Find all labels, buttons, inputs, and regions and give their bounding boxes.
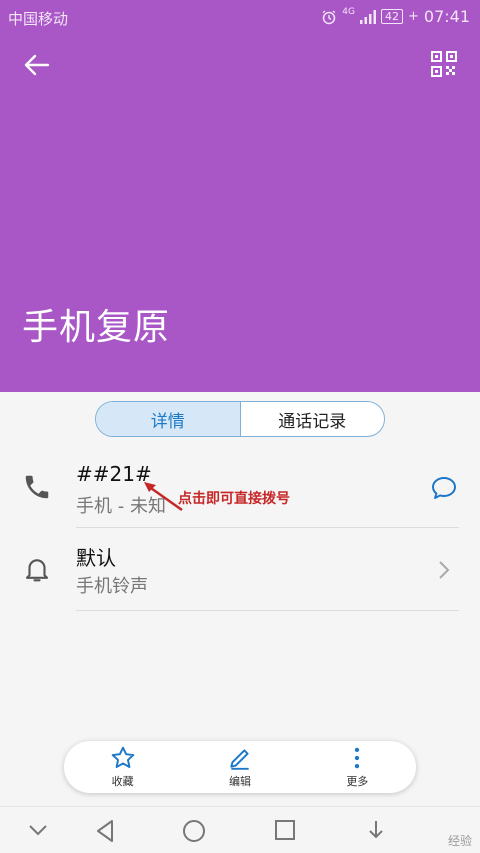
favorite-button[interactable]: 收藏 — [64, 741, 181, 793]
battery-indicator: 42 — [380, 9, 403, 24]
pencil-icon — [230, 749, 249, 770]
notification-pull-icon[interactable] — [366, 819, 386, 841]
tab-call-log[interactable]: 通话记录 — [241, 402, 385, 436]
row-divider — [76, 527, 459, 528]
message-icon[interactable] — [430, 474, 458, 502]
status-bar: 中国移动 4G 42 + 07:41 — [0, 0, 480, 34]
annotation-text: 点击即可直接拨号 — [178, 491, 290, 507]
ringtone-subtitle: 手机铃声 — [76, 576, 148, 597]
signal-icon — [359, 9, 376, 24]
more-vert-icon — [355, 747, 360, 769]
clock: 07:41 — [423, 7, 470, 26]
more-button[interactable]: 更多 — [299, 741, 416, 793]
charging-icon: + — [407, 9, 419, 24]
back-arrow-icon[interactable] — [20, 48, 54, 82]
phone-icon — [25, 475, 49, 499]
contact-header: 中国移动 4G 42 + 07:41 手机复原 — [0, 0, 480, 392]
qr-code-icon[interactable] — [430, 50, 458, 78]
network-label: 4G — [342, 7, 355, 17]
contact-name: 手机复原 — [22, 307, 171, 348]
detail-tabs: 详情 通话记录 — [95, 401, 385, 437]
bell-icon — [25, 559, 49, 582]
row-divider — [76, 610, 459, 611]
hide-nav-icon[interactable] — [28, 823, 48, 837]
nav-back-icon[interactable] — [94, 819, 116, 843]
edit-button[interactable]: 编辑 — [181, 741, 298, 793]
tab-details[interactable]: 详情 — [96, 402, 241, 436]
nav-recents-icon[interactable] — [274, 819, 296, 841]
nav-home-icon[interactable] — [182, 819, 206, 843]
favorite-label: 收藏 — [111, 775, 134, 788]
chevron-right-icon — [439, 561, 450, 579]
watermark: 经验 — [447, 834, 472, 848]
carrier-label: 中国移动 — [8, 10, 69, 28]
status-icons: 4G 42 + 07:41 — [321, 7, 470, 26]
ringtone-title: 默认 — [76, 546, 116, 570]
system-nav-bar: 经验 — [0, 806, 480, 853]
action-bar: 收藏 编辑 更多 — [64, 741, 416, 793]
more-label: 更多 — [346, 775, 369, 788]
alarm-icon — [322, 9, 336, 24]
edit-label: 编辑 — [228, 775, 251, 788]
ringtone-row[interactable]: 默认 手机铃声 — [0, 530, 480, 612]
star-icon — [111, 746, 134, 768]
